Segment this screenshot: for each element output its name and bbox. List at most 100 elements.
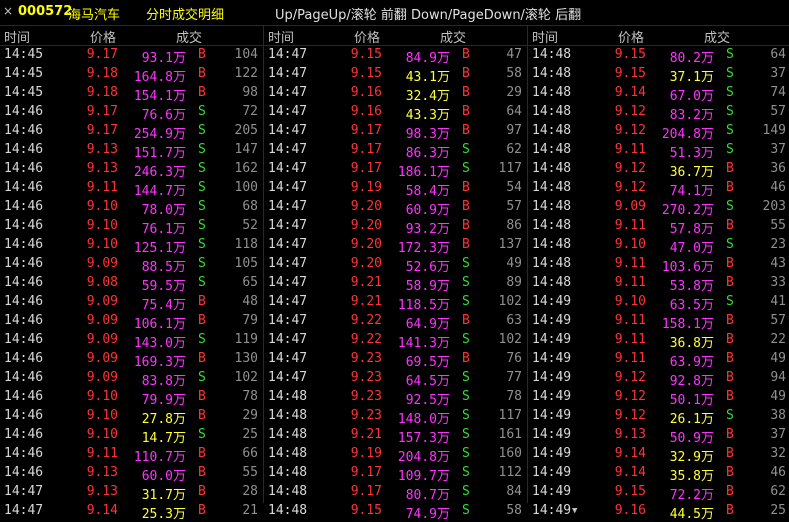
trade-row[interactable]: 14:47 9.20 60.9万 B 57 bbox=[264, 198, 525, 218]
trade-row[interactable]: 14:49 9.12 50.1万 B 49 bbox=[528, 388, 789, 408]
trade-row[interactable]: 14:48 9.14 67.0万 S 74 bbox=[528, 84, 789, 104]
trade-row[interactable]: 14:45 9.18 164.8万 B 122 bbox=[0, 65, 261, 85]
trade-row[interactable]: 14:48 9.11 53.8万 B 33 bbox=[528, 274, 789, 294]
trade-row[interactable]: 14:46 9.10 76.1万 S 52 bbox=[0, 217, 261, 237]
trade-row[interactable]: 14:46 9.09 88.5万 S 105 bbox=[0, 255, 261, 275]
trade-row[interactable]: 14:47 9.15 43.1万 B 58 bbox=[264, 65, 525, 85]
trade-row[interactable]: 14:47 9.13 31.7万 B 28 bbox=[0, 483, 261, 503]
trade-row[interactable]: 14:46 9.13 60.0万 B 55 bbox=[0, 464, 261, 484]
stock-code: 000572 bbox=[18, 4, 73, 19]
trade-row[interactable]: 14:47 9.19 58.4万 B 54 bbox=[264, 179, 525, 199]
trade-row[interactable]: 14:47 9.20 52.6万 S 49 bbox=[264, 255, 525, 275]
trade-row[interactable]: 14:46 9.13 246.3万 S 162 bbox=[0, 160, 261, 180]
trade-row[interactable]: 14:47 9.23 64.5万 S 77 bbox=[264, 369, 525, 389]
trade-row[interactable]: 14:46 9.10 14.7万 S 25 bbox=[0, 426, 261, 446]
trade-row[interactable]: 14:48 9.21 157.3万 S 161 bbox=[264, 426, 525, 446]
trade-row[interactable]: 14:48 9.12 204.8万 S 149 bbox=[528, 122, 789, 142]
trade-row[interactable]: 14:45 9.17 93.1万 B 104 bbox=[0, 46, 261, 66]
trade-row[interactable]: 14:47 9.21 58.9万 S 89 bbox=[264, 274, 525, 294]
trade-row[interactable]: 14:49 9.15 72.2万 B 62 bbox=[528, 483, 789, 503]
trade-row[interactable]: 14:47 9.20 93.2万 B 86 bbox=[264, 217, 525, 237]
trade-time: 14:48 bbox=[532, 180, 572, 195]
trade-row[interactable]: 14:46 9.10 79.9万 B 78 bbox=[0, 388, 261, 408]
trade-row[interactable]: 14:48 9.10 47.0万 S 23 bbox=[528, 236, 789, 256]
trade-row[interactable]: 14:46 9.09 143.0万 S 119 bbox=[0, 331, 261, 351]
trade-row[interactable]: 14:49 9.13 50.9万 B 37 bbox=[528, 426, 789, 446]
trade-row[interactable]: 14:48 9.19 204.8万 S 160 bbox=[264, 445, 525, 465]
trade-row[interactable]: 14:47 9.16 43.3万 B 64 bbox=[264, 103, 525, 123]
trade-row[interactable]: 14:48 9.11 103.6万 B 43 bbox=[528, 255, 789, 275]
trade-row[interactable]: 14:48 9.11 57.8万 B 55 bbox=[528, 217, 789, 237]
trade-time: 14:48 bbox=[268, 503, 308, 518]
trade-row[interactable]: 14:46 9.09 169.3万 B 130 bbox=[0, 350, 261, 370]
trade-row[interactable]: 14:46 9.09 83.8万 S 102 bbox=[0, 369, 261, 389]
trade-row[interactable]: 14:46 9.17 76.6万 S 72 bbox=[0, 103, 261, 123]
trade-price: 9.17 bbox=[86, 123, 118, 138]
trade-row[interactable]: 14:46 9.11 144.7万 S 100 bbox=[0, 179, 261, 199]
trade-row[interactable]: 14:47 9.21 118.5万 S 102 bbox=[264, 293, 525, 313]
trade-row[interactable]: 14:46 9.10 125.1万 S 118 bbox=[0, 236, 261, 256]
trade-count: 104 bbox=[234, 47, 258, 62]
trade-row[interactable]: 14:47 9.16 32.4万 B 29 bbox=[264, 84, 525, 104]
close-icon[interactable]: × bbox=[3, 4, 13, 18]
trade-row[interactable]: 14:48 9.17 109.7万 S 112 bbox=[264, 464, 525, 484]
trade-row[interactable]: 14:46 9.08 59.5万 S 65 bbox=[0, 274, 261, 294]
trade-row[interactable]: 14:49 9.12 26.1万 S 38 bbox=[528, 407, 789, 427]
trade-row[interactable]: 14:47 9.22 141.3万 S 102 bbox=[264, 331, 525, 351]
trade-row[interactable]: 14:47 9.20 172.3万 B 137 bbox=[264, 236, 525, 256]
trade-panel-2[interactable]: 时间 价格 成交 14:47 9.15 84.9万 B 47 14:47 9.15 43.1万 B 58… bbox=[264, 26, 525, 522]
trade-row[interactable]: 14:46 9.17 254.9万 S 205 bbox=[0, 122, 261, 142]
trade-row[interactable]: 14:49 9.11 36.8万 B 22 bbox=[528, 331, 789, 351]
trade-row[interactable]: 14:49 9.12 92.8万 B 94 bbox=[528, 369, 789, 389]
trade-row[interactable]: 14:48 9.15 74.9万 S 58 bbox=[264, 502, 525, 522]
trade-time: 14:47 bbox=[268, 66, 308, 81]
trade-row[interactable]: 14:47 9.17 98.3万 B 97 bbox=[264, 122, 525, 142]
trade-row[interactable]: 14:49 9.14 32.9万 B 32 bbox=[528, 445, 789, 465]
trade-row[interactable]: 14:47 9.23 69.5万 B 76 bbox=[264, 350, 525, 370]
trade-row[interactable]: 14:48 9.23 148.0万 S 117 bbox=[264, 407, 525, 427]
trade-row[interactable]: 14:49 9.11 158.1万 B 57 bbox=[528, 312, 789, 332]
trade-row[interactable]: 14:48 9.12 74.1万 B 46 bbox=[528, 179, 789, 199]
trade-row[interactable]: 14:49 9.16 44.5万 B 25 ▼ bbox=[528, 502, 789, 522]
trade-row[interactable]: 14:49 9.14 35.8万 B 46 bbox=[528, 464, 789, 484]
trade-count: 72 bbox=[242, 104, 258, 119]
trade-row[interactable]: 14:49 9.11 63.9万 B 49 bbox=[528, 350, 789, 370]
trade-row[interactable]: 14:46 9.09 75.4万 B 48 bbox=[0, 293, 261, 313]
trade-row[interactable]: 14:46 9.10 78.0万 S 68 bbox=[0, 198, 261, 218]
trade-row[interactable]: 14:46 9.09 106.1万 B 79 bbox=[0, 312, 261, 332]
trade-time: 14:45 bbox=[4, 85, 44, 100]
trade-row[interactable]: 14:46 9.11 110.7万 B 66 bbox=[0, 445, 261, 465]
trade-row[interactable]: 14:49 9.10 63.5万 S 41 bbox=[528, 293, 789, 313]
header-time: 时间 bbox=[268, 31, 295, 46]
trade-row[interactable]: 14:45 9.18 154.1万 B 98 bbox=[0, 84, 261, 104]
trade-price: 9.16 bbox=[350, 85, 382, 100]
trade-time: 14:47 bbox=[268, 332, 308, 347]
trade-panel-1[interactable]: 时间 价格 成交 14:45 9.17 93.1万 B 104 14:45 9.18 164.8万 B… bbox=[0, 26, 261, 522]
trade-count: 98 bbox=[242, 85, 258, 100]
trade-time: 14:47 bbox=[268, 218, 308, 233]
trade-volume: 35.8万 bbox=[669, 469, 714, 484]
trade-row[interactable]: 14:48 9.23 92.5万 S 78 bbox=[264, 388, 525, 408]
trade-row[interactable]: 14:46 9.10 27.8万 B 29 bbox=[0, 407, 261, 427]
trade-volume: 43.1万 bbox=[405, 70, 450, 85]
trade-row[interactable]: 14:48 9.15 80.2万 S 64 bbox=[528, 46, 789, 66]
trade-row[interactable]: 14:48 9.11 51.3万 S 37 bbox=[528, 141, 789, 161]
trade-row[interactable]: 14:47 9.15 84.9万 B 47 bbox=[264, 46, 525, 66]
trade-side: S bbox=[462, 465, 470, 480]
trade-row[interactable]: 14:48 9.12 36.7万 B 36 bbox=[528, 160, 789, 180]
trade-row[interactable]: 14:47 9.14 25.3万 B 21 bbox=[0, 502, 261, 522]
trade-row[interactable]: 14:48 9.09 270.2万 S 203 bbox=[528, 198, 789, 218]
trade-price: 9.09 bbox=[86, 256, 118, 271]
trade-panel-3[interactable]: 时间 价格 成交 14:48 9.15 80.2万 S 64 14:48 9.15 37.1万 S 37… bbox=[528, 26, 789, 522]
trade-row[interactable]: 14:48 9.17 80.7万 S 84 bbox=[264, 483, 525, 503]
trade-row[interactable]: 14:46 9.13 151.7万 S 147 bbox=[0, 141, 261, 161]
trade-time: 14:46 bbox=[4, 161, 44, 176]
trade-row[interactable]: 14:48 9.15 37.1万 S 37 bbox=[528, 65, 789, 85]
trade-price: 9.20 bbox=[350, 218, 382, 233]
trade-row[interactable]: 14:47 9.17 186.1万 S 117 bbox=[264, 160, 525, 180]
trade-row[interactable]: 14:47 9.22 64.9万 B 63 bbox=[264, 312, 525, 332]
trade-count: 68 bbox=[242, 199, 258, 214]
trade-count: 117 bbox=[498, 161, 522, 176]
trade-row[interactable]: 14:47 9.17 86.3万 S 62 bbox=[264, 141, 525, 161]
trade-row[interactable]: 14:48 9.12 83.2万 S 57 bbox=[528, 103, 789, 123]
